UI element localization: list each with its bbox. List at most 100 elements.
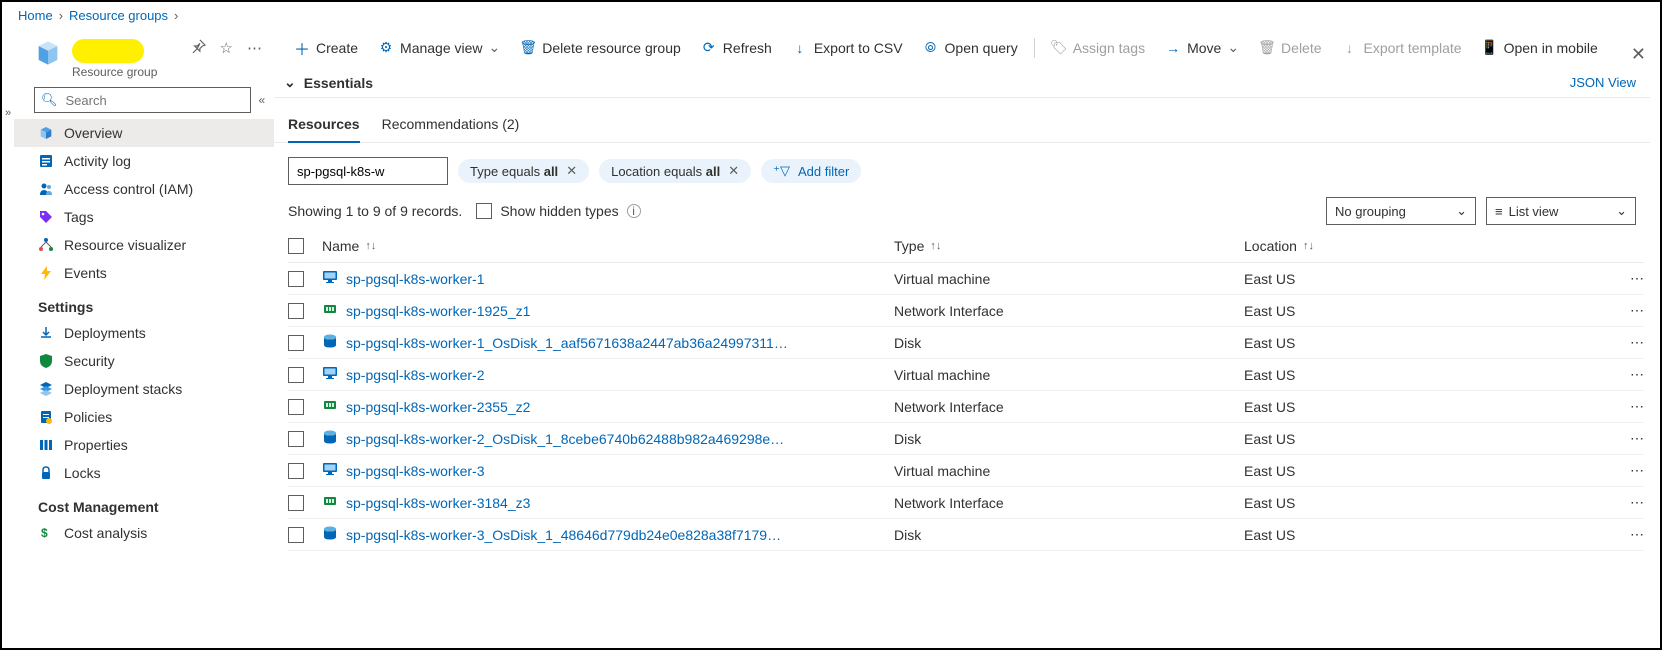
row-more-icon[interactable]: ⋯ <box>1630 302 1644 318</box>
mobile-icon: 📱 <box>1482 40 1498 56</box>
sidebar-item-stacks[interactable]: Deployment stacks <box>14 375 274 403</box>
row-more-icon[interactable]: ⋯ <box>1630 270 1644 286</box>
sidebar-item-properties[interactable]: Properties <box>14 431 274 459</box>
manage-view-button[interactable]: ⚙Manage view⌄ <box>368 35 510 60</box>
resource-link[interactable]: sp-pgsql-k8s-worker-3184_z3 <box>346 495 530 511</box>
sidebar-item-events[interactable]: Events <box>14 259 274 287</box>
sidebar-search[interactable]: 🔍︎ <box>34 87 251 113</box>
more-icon[interactable]: ⋯ <box>247 39 262 57</box>
chevron-down-icon: ⌄ <box>284 74 296 91</box>
plus-icon: ＋ <box>294 40 310 56</box>
remove-filter-icon[interactable]: ✕ <box>728 163 739 179</box>
open-mobile-button[interactable]: 📱Open in mobile <box>1472 36 1608 60</box>
resource-filter-input[interactable] <box>288 157 448 185</box>
sidebar-item-security[interactable]: Security <box>14 347 274 375</box>
breadcrumb-home[interactable]: Home <box>18 8 53 23</box>
sidebar-item-activity-log[interactable]: Activity log <box>14 147 274 175</box>
move-button[interactable]: →Move⌄ <box>1155 35 1249 60</box>
row-checkbox[interactable] <box>288 367 304 383</box>
sidebar-search-input[interactable] <box>64 92 244 109</box>
resource-link[interactable]: sp-pgsql-k8s-worker-2 <box>346 367 484 383</box>
remove-filter-icon[interactable]: ✕ <box>566 163 577 179</box>
sidebar-item-iam[interactable]: Access control (IAM) <box>14 175 274 203</box>
resource-location: East US <box>1244 527 1604 543</box>
grouping-select[interactable]: No grouping ⌄ <box>1326 197 1476 225</box>
close-icon[interactable]: ✕ <box>1631 44 1646 65</box>
favorite-icon[interactable]: ☆ <box>220 39 233 57</box>
row-more-icon[interactable]: ⋯ <box>1630 462 1644 478</box>
deployments-icon <box>38 325 54 341</box>
assign-tags-button[interactable]: 🏷Assign tags <box>1041 36 1155 60</box>
resource-link[interactable]: sp-pgsql-k8s-worker-3 <box>346 463 484 479</box>
export-template-button[interactable]: ↓Export template <box>1332 36 1472 60</box>
json-view-link[interactable]: JSON View <box>1570 75 1636 90</box>
row-more-icon[interactable]: ⋯ <box>1630 398 1644 414</box>
arrow-right-icon: → <box>1165 40 1181 56</box>
row-checkbox[interactable] <box>288 303 304 319</box>
resource-type: Disk <box>894 527 1244 543</box>
row-more-icon[interactable]: ⋯ <box>1630 526 1644 542</box>
row-more-icon[interactable]: ⋯ <box>1630 430 1644 446</box>
info-icon[interactable]: i <box>627 204 641 218</box>
sidebar-item-locks[interactable]: Locks <box>14 459 274 487</box>
nic-icon <box>322 397 338 416</box>
row-checkbox[interactable] <box>288 463 304 479</box>
sidebar-item-visualizer[interactable]: Resource visualizer <box>14 231 274 259</box>
delete-button[interactable]: 🗑Delete <box>1249 36 1331 60</box>
select-all-checkbox[interactable] <box>288 238 304 254</box>
refresh-button[interactable]: ⟳Refresh <box>691 36 782 60</box>
sidebar-item-policies[interactable]: Policies <box>14 403 274 431</box>
show-hidden-types-toggle[interactable]: Show hidden types i <box>476 203 640 219</box>
resource-link[interactable]: sp-pgsql-k8s-worker-1925_z1 <box>346 303 530 319</box>
column-header-location[interactable]: Location↑↓ <box>1244 238 1604 254</box>
row-checkbox[interactable] <box>288 527 304 543</box>
essentials-toggle[interactable]: ⌄ Essentials <box>284 74 373 91</box>
chevron-down-icon: ⌄ <box>1616 203 1627 219</box>
export-csv-button[interactable]: ↓Export to CSV <box>782 36 913 60</box>
column-header-name[interactable]: Name↑↓ <box>322 238 894 254</box>
row-more-icon[interactable]: ⋯ <box>1630 334 1644 350</box>
sidebar-item-overview[interactable]: Overview <box>14 119 274 147</box>
trash-icon: 🗑 <box>1259 40 1275 56</box>
sidebar-item-deployments[interactable]: Deployments <box>14 319 274 347</box>
delete-rg-button[interactable]: 🗑Delete resource group <box>510 36 691 60</box>
resource-link[interactable]: sp-pgsql-k8s-worker-2355_z2 <box>346 399 530 415</box>
add-filter-button[interactable]: ⁺▽ Add filter <box>761 159 861 183</box>
gear-icon: ⚙ <box>378 40 394 56</box>
sidebar-item-tags[interactable]: Tags <box>14 203 274 231</box>
checkbox-icon[interactable] <box>476 203 492 219</box>
overview-icon <box>38 125 54 141</box>
open-query-button[interactable]: ⦾Open query <box>913 36 1028 60</box>
query-icon: ⦾ <box>923 40 939 56</box>
resource-link[interactable]: sp-pgsql-k8s-worker-1 <box>346 271 484 287</box>
tab-resources[interactable]: Resources <box>288 110 360 142</box>
expand-handle[interactable]: » <box>2 27 14 647</box>
filter-pill-type[interactable]: Type equals all ✕ <box>458 159 589 183</box>
download-icon: ↓ <box>1342 40 1358 56</box>
table-row: sp-pgsql-k8s-worker-1_OsDisk_1_aaf567163… <box>288 327 1644 359</box>
row-checkbox[interactable] <box>288 335 304 351</box>
sidebar-item-label: Events <box>64 265 107 281</box>
sidebar-item-label: Overview <box>64 125 122 141</box>
row-checkbox[interactable] <box>288 271 304 287</box>
row-more-icon[interactable]: ⋯ <box>1630 494 1644 510</box>
events-icon <box>38 265 54 281</box>
resource-link[interactable]: sp-pgsql-k8s-worker-3_OsDisk_1_48646d779… <box>346 527 781 543</box>
row-checkbox[interactable] <box>288 495 304 511</box>
create-button[interactable]: ＋Create <box>284 36 368 60</box>
resource-link[interactable]: sp-pgsql-k8s-worker-1_OsDisk_1_aaf567163… <box>346 335 788 351</box>
pin-icon[interactable] <box>192 39 206 57</box>
sidebar-item-label: Tags <box>64 209 94 225</box>
breadcrumb-resource-groups[interactable]: Resource groups <box>69 8 168 23</box>
resource-link[interactable]: sp-pgsql-k8s-worker-2_OsDisk_1_8cebe6740… <box>346 431 784 447</box>
column-header-type[interactable]: Type↑↓ <box>894 238 1244 254</box>
tab-recommendations[interactable]: Recommendations (2) <box>382 110 520 142</box>
list-icon: ≡ <box>1495 204 1503 219</box>
row-checkbox[interactable] <box>288 399 304 415</box>
collapse-sidebar-icon[interactable]: « <box>259 93 266 107</box>
filter-pill-location[interactable]: Location equals all ✕ <box>599 159 751 183</box>
row-checkbox[interactable] <box>288 431 304 447</box>
view-select[interactable]: ≡List view ⌄ <box>1486 197 1636 225</box>
row-more-icon[interactable]: ⋯ <box>1630 366 1644 382</box>
sidebar-item-cost-analysis[interactable]: $ Cost analysis <box>14 519 274 547</box>
